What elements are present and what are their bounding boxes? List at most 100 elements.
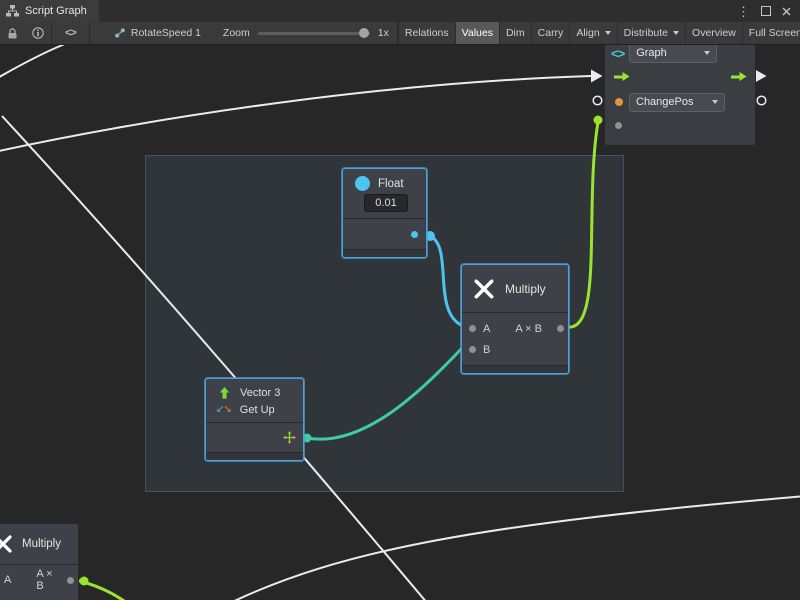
node-graph-output[interactable]: <> Graph ChangePos xyxy=(604,40,756,146)
window-titlebar: Script Graph ⋮ xyxy=(0,0,800,23)
port-label-a: A xyxy=(4,574,11,586)
vector3-subtitle-row: ↙↘ Get Up xyxy=(214,401,295,418)
tab-script-graph[interactable]: Script Graph xyxy=(0,0,99,22)
vector3-title-row: Vector 3 xyxy=(214,384,295,401)
info-button[interactable] xyxy=(25,27,51,39)
toolbar-button-fullscreen[interactable]: Full Screen xyxy=(742,22,800,44)
toolbar-button-relations[interactable]: Relations xyxy=(398,22,455,44)
multiply-node-ports: A A × B B xyxy=(462,313,568,365)
toolbar-button-carry[interactable]: Carry xyxy=(531,22,570,44)
wire-float-to-multiply-a[interactable] xyxy=(430,236,463,326)
variable-selector-dropdown[interactable]: ChangePos xyxy=(629,93,725,112)
port-output[interactable] xyxy=(67,577,74,584)
caret-down-icon xyxy=(712,100,718,104)
port-input-b[interactable] xyxy=(469,346,476,353)
multiply-node-title: Multiply xyxy=(505,282,546,296)
port-input-a[interactable] xyxy=(469,325,476,332)
wire-arrow xyxy=(755,70,767,83)
graph-selector-dropdown[interactable]: Graph xyxy=(629,44,717,63)
zoom-value: 1x xyxy=(378,27,389,39)
zoom-label: Zoom xyxy=(223,27,250,39)
script-graph-window: { "window": { "title": "Script Graph" },… xyxy=(0,0,800,600)
wire-cap xyxy=(80,577,89,586)
wire-cap xyxy=(594,116,603,125)
graph-toolbar: <> RotateSpeed 1 Zoom 1x Relations Value… xyxy=(0,22,800,45)
wire-getup-to-multiply-b[interactable] xyxy=(307,348,462,439)
script-graph-icon xyxy=(6,5,19,17)
titlebar-controls: ⋮ xyxy=(737,5,800,18)
port-output[interactable] xyxy=(557,325,564,332)
wire-arrow xyxy=(591,70,603,83)
node-footer xyxy=(343,249,426,257)
multiply2-node-ports: A A × B xyxy=(0,565,78,600)
caret-down-icon xyxy=(673,31,679,35)
flow-input-port[interactable] xyxy=(613,71,630,84)
script-machine-icon xyxy=(114,27,126,39)
code-view-button[interactable]: <> xyxy=(52,27,89,39)
vector3-up-icon xyxy=(218,386,231,400)
port-row-a: A A × B xyxy=(0,570,78,590)
port-label-output: A × B xyxy=(36,568,53,592)
multiply2-node-title: Multiply xyxy=(22,538,61,550)
node-footer xyxy=(206,452,303,460)
multiply2-node-header: Multiply xyxy=(0,524,78,564)
menu-icon[interactable]: ⋮ xyxy=(737,5,750,18)
port-row-b: B xyxy=(462,339,568,360)
node-vector3-get-up[interactable]: Vector 3 ↙↘ Get Up xyxy=(205,378,304,461)
multiply-icon xyxy=(473,278,495,300)
toolbar-separator xyxy=(89,22,90,44)
caret-down-icon xyxy=(605,31,611,35)
node-multiply-2[interactable]: Multiply A A × B xyxy=(0,523,79,600)
value-input-port-2[interactable] xyxy=(615,122,622,129)
graph-selector-value: Graph xyxy=(636,47,667,59)
extra-port-row xyxy=(605,113,755,137)
machine-label: RotateSpeed 1 xyxy=(131,27,201,39)
wire-multiply-to-changepos[interactable] xyxy=(567,122,598,327)
wire-white-to-flow-input[interactable] xyxy=(0,76,591,152)
vector3-node-ports xyxy=(206,423,303,452)
port-label-b: B xyxy=(483,344,490,356)
float-output-port[interactable] xyxy=(411,231,418,238)
visual-script-icon: <> xyxy=(611,46,624,61)
port-label-output: A × B xyxy=(515,323,542,335)
port-circle-icon[interactable] xyxy=(757,96,766,105)
lock-toggle[interactable] xyxy=(0,27,25,40)
vector3-node-subtitle: Get Up xyxy=(240,404,275,416)
port-circle-icon[interactable] xyxy=(593,96,602,105)
vector3-node-header: Vector 3 ↙↘ Get Up xyxy=(206,379,303,422)
zoom-slider[interactable] xyxy=(258,32,370,35)
window-title: Script Graph xyxy=(25,5,87,17)
wire-white-corner[interactable] xyxy=(0,42,70,80)
node-float[interactable]: Float 0.01 xyxy=(342,168,427,258)
variable-selector-row: ChangePos xyxy=(605,91,755,113)
node-footer xyxy=(462,365,568,373)
flow-ports-row xyxy=(605,65,755,91)
port-label-a: A xyxy=(483,323,490,335)
toolbar-button-overview[interactable]: Overview xyxy=(685,22,742,44)
vector3-output-port[interactable] xyxy=(283,431,296,444)
port-row-a: A A × B xyxy=(462,318,568,339)
multiply-node-header: Multiply xyxy=(462,265,568,312)
vector3-node-title: Vector 3 xyxy=(240,387,280,399)
toolbar-button-dim[interactable]: Dim xyxy=(499,22,531,44)
wire-white-bottom[interactable] xyxy=(228,496,800,600)
get-icon: ↙↘ xyxy=(216,404,231,415)
float-node-header: Float xyxy=(343,169,426,191)
info-icon xyxy=(32,27,44,39)
caret-down-icon xyxy=(704,51,710,55)
float-type-icon xyxy=(355,176,370,191)
float-value-input[interactable]: 0.01 xyxy=(364,194,408,212)
multiply-icon xyxy=(0,534,13,554)
float-node-ports xyxy=(343,219,426,249)
zoom-slider-handle[interactable] xyxy=(359,28,369,38)
toolbar-button-align[interactable]: Align xyxy=(569,22,616,44)
value-input-port[interactable] xyxy=(615,98,623,106)
toolbar-button-values[interactable]: Values xyxy=(455,22,499,44)
flow-output-port[interactable] xyxy=(730,71,747,84)
toolbar-button-distribute[interactable]: Distribute xyxy=(617,22,685,44)
maximize-icon[interactable] xyxy=(761,6,771,16)
lock-icon xyxy=(7,27,18,40)
node-multiply[interactable]: Multiply A A × B B xyxy=(461,264,569,374)
machine-selector[interactable]: RotateSpeed 1 xyxy=(114,27,201,39)
close-icon[interactable] xyxy=(782,7,791,16)
